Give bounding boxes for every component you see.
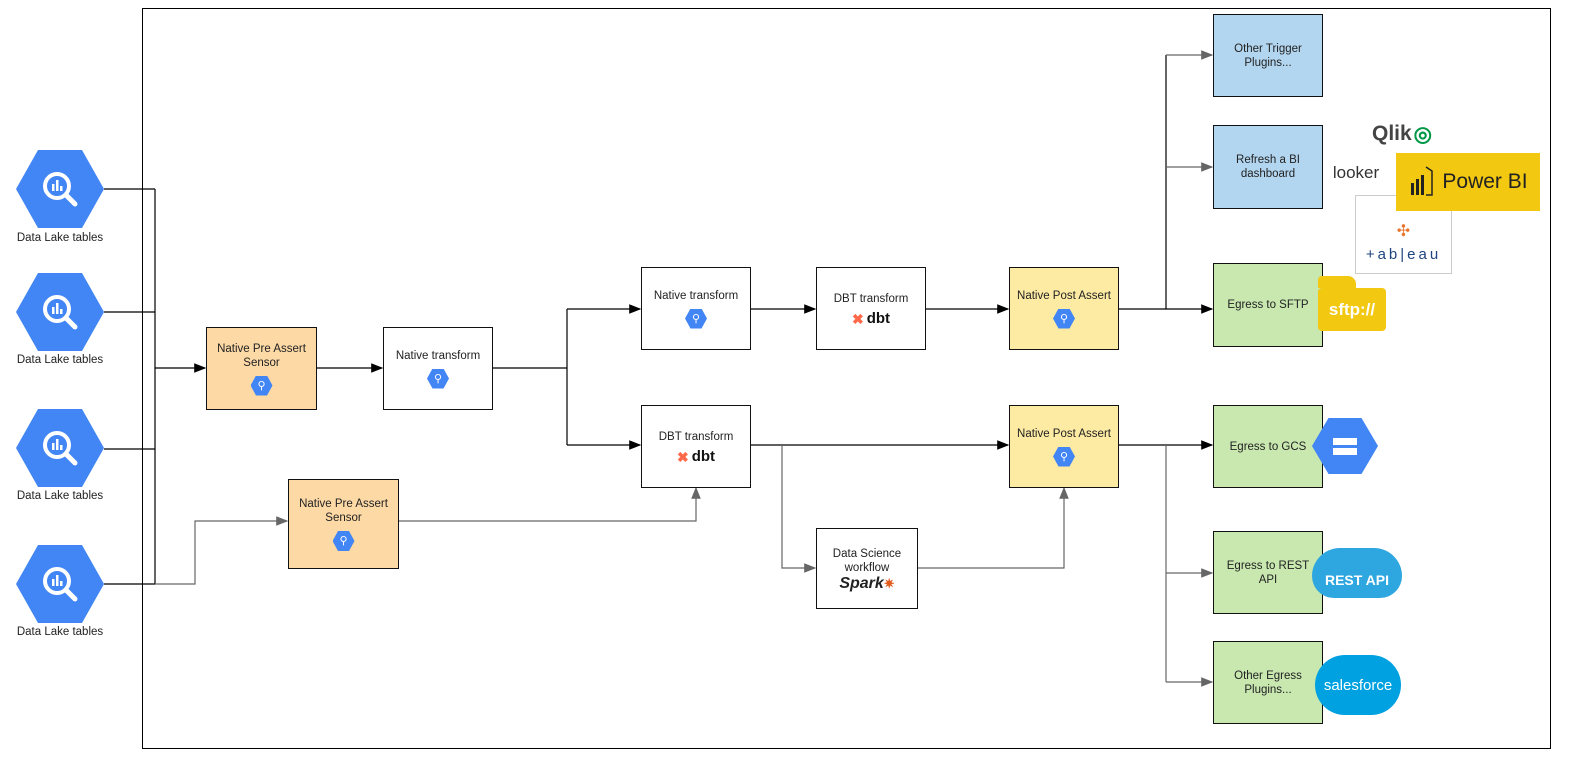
node-label: Native Pre Assert Sensor [299, 498, 388, 524]
looker-logo: looker [1332, 163, 1380, 182]
node-label: Other Trigger Plugins... [1234, 42, 1302, 69]
node-label: Refresh a BI dashboard [1236, 154, 1300, 180]
node-label: Native Post Assert [1017, 289, 1111, 302]
node-label: Native transform [653, 289, 739, 302]
node-egress-gcs: Egress to GCS [1213, 405, 1323, 488]
bigquery-icon: ⚲ [1053, 446, 1075, 467]
node-egress-rest: Egress to REST API [1213, 531, 1323, 614]
rest-api-cloud-logo: REST API [1312, 548, 1402, 598]
node-label: Native Post Assert [1017, 427, 1111, 440]
node-egress-sftp: Egress to SFTP [1213, 263, 1323, 347]
bigquery-icon: ⚲ [685, 308, 707, 329]
node-label: Egress to REST API [1226, 559, 1310, 586]
edge-bus-preassert2 [155, 516, 289, 585]
dbt-logo: ✖ dbt [676, 447, 716, 465]
salesforce-logo: salesforce [1315, 655, 1401, 715]
bigquery-icon: ⚲ [250, 375, 273, 396]
spark-logo: Spark✷ [839, 574, 895, 592]
source-label: Data Lake tables [16, 354, 104, 366]
node-label: Data Science workflow [832, 547, 902, 574]
node-label: Other Egress Plugins... [1234, 669, 1302, 696]
node-pre-assert-2: Native Pre Assert Sensor ⚲ [288, 479, 399, 569]
edge-datascience-post2 [917, 486, 1069, 569]
source-label: Data Lake tables [16, 232, 104, 244]
node-dbt-transform-1: DBT transform ✖ dbt [816, 267, 926, 350]
edge-dbt2-datascience [781, 445, 817, 573]
node-label: DBT transform [833, 292, 909, 305]
bigquery-icon: ⚲ [427, 368, 449, 389]
pipeline-diagram: Data Lake tables Data Lake tables Data L… [0, 0, 1575, 771]
node-dbt-transform-2: DBT transform ✖ dbt [641, 405, 751, 488]
node-other-trigger: Other Trigger Plugins... [1213, 14, 1323, 97]
edge-post1-fanout [1118, 55, 1167, 310]
bigquery-icon: ⚲ [332, 531, 355, 551]
node-native-transform-2: Native transform ⚲ [641, 267, 751, 350]
node-pre-assert-1: Native Pre Assert Sensor ⚲ [206, 327, 317, 410]
node-native-transform-1: Native transform ⚲ [383, 327, 493, 410]
node-label: Native Pre Assert Sensor [217, 342, 306, 369]
node-data-science: Data Science workflow Spark✷ [816, 528, 918, 609]
bigquery-icon: ⚲ [1053, 308, 1075, 329]
node-label: DBT transform [658, 430, 734, 443]
powerbi-logo: Power BI [1396, 153, 1540, 211]
source-label: Data Lake tables [16, 490, 104, 502]
node-other-egress: Other Egress Plugins... [1213, 641, 1323, 724]
dbt-logo: ✖ dbt [851, 309, 891, 327]
source-label: Data Lake tables [16, 626, 104, 638]
node-post-assert-1: Native Post Assert ⚲ [1009, 267, 1119, 350]
node-label: Native transform [395, 349, 481, 362]
qlik-logo: Qlik ◎ [1371, 122, 1432, 146]
node-refresh-bi: Refresh a BI dashboard [1213, 125, 1323, 209]
node-label: Egress to GCS [1229, 440, 1307, 453]
edge-transform-split [492, 309, 568, 445]
edge-preassert2-dbt2 [398, 486, 701, 522]
node-post-assert-2: Native Post Assert ⚲ [1009, 405, 1119, 488]
node-label: Egress to SFTP [1227, 299, 1309, 311]
sftp-folder-logo: sftp:// [1318, 276, 1386, 331]
